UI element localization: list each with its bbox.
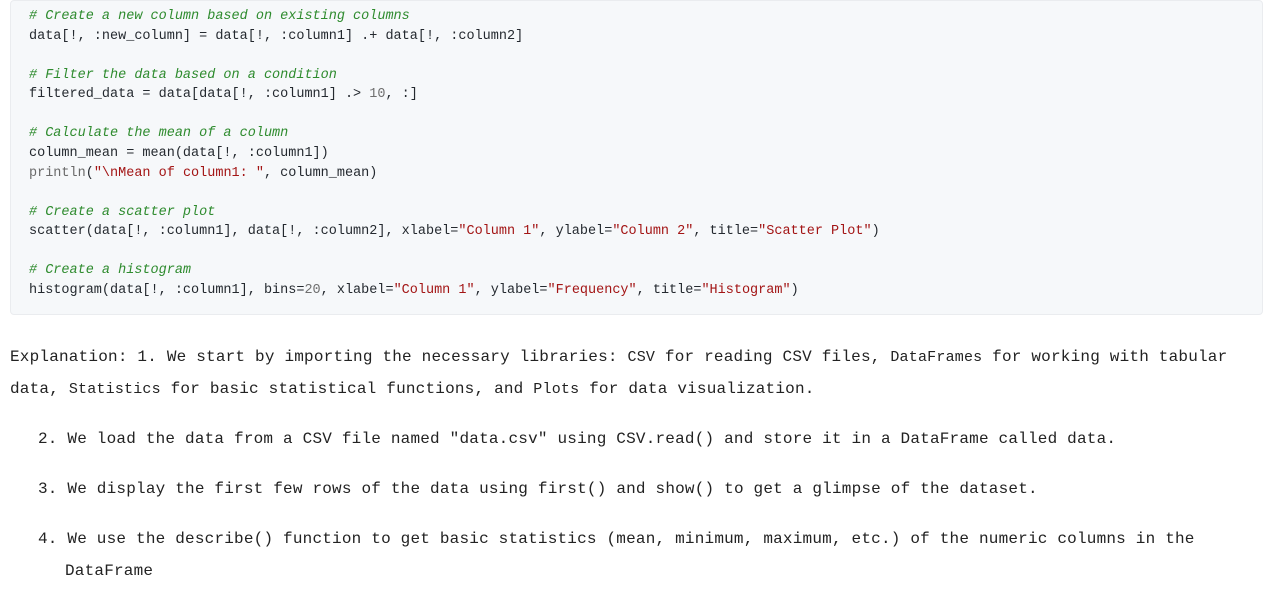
code-string: "Scatter Plot" (758, 224, 871, 239)
code-string: "Frequency" (548, 283, 637, 298)
code-line: data[!, :new_column] = data[!, :column1]… (29, 29, 523, 44)
list-item: 2. We load the data from a CSV file name… (38, 423, 1263, 455)
code-string: "Column 1" (394, 283, 475, 298)
code-line: filtered_data = data[data[!, :column1] .… (29, 87, 369, 102)
code-line: , title= (693, 224, 758, 239)
text: and store it in a DataFrame called (714, 430, 1067, 448)
text: for data visualization. (579, 380, 814, 398)
code-line: scatter(data[!, :column1], data[!, :colu… (29, 224, 458, 239)
code-line: , :] (385, 87, 417, 102)
code-block: # Create a new column based on existing … (10, 0, 1263, 315)
text: . (1106, 430, 1116, 448)
code-line: ( (86, 166, 94, 181)
text: for reading CSV files, (655, 348, 890, 366)
code-comment: # Calculate the mean of a column (29, 126, 288, 141)
code-line: ) (872, 224, 880, 239)
text: and (607, 480, 656, 498)
code-string: "\nMean of column1: " (94, 166, 264, 181)
inline-code: show() (656, 480, 715, 498)
code-string: "Column 1" (458, 224, 539, 239)
inline-code: data (1067, 430, 1106, 448)
code-comment: # Create a histogram (29, 263, 191, 278)
explanation-list: 2. We load the data from a CSV file name… (0, 423, 1273, 587)
list-item: 3. We display the first few rows of the … (38, 473, 1263, 505)
code-line: , title= (637, 283, 702, 298)
code-number: 10 (369, 87, 385, 102)
code-line: histogram(data[!, :column1], bins= (29, 283, 304, 298)
code-comment: # Filter the data based on a condition (29, 68, 337, 83)
text: to get a glimpse of the dataset. (714, 480, 1037, 498)
code-fn: println (29, 166, 86, 181)
code-line: , xlabel= (321, 283, 394, 298)
code-comment: # Create a scatter plot (29, 205, 215, 220)
text: 2. We load the data from a CSV file name… (38, 430, 616, 448)
code-string: "Column 2" (612, 224, 693, 239)
code-line: , ylabel= (475, 283, 548, 298)
inline-code: CSV (628, 349, 656, 366)
text: for basic statistical functions, and (161, 380, 533, 398)
inline-code: first() (538, 480, 607, 498)
code-comment: # Create a new column based on existing … (29, 9, 410, 24)
code-line: column_mean = mean(data[!, :column1]) (29, 146, 329, 161)
code-number: 20 (304, 283, 320, 298)
explanation-paragraph: Explanation: 1. We start by importing th… (0, 341, 1273, 405)
inline-code: Statistics (69, 381, 161, 398)
code-line: ) (791, 283, 799, 298)
text: 3. We display the first few rows of the … (38, 480, 538, 498)
list-item: 4. We use the describe() function to get… (38, 523, 1263, 587)
code-string: "Histogram" (701, 283, 790, 298)
code-line: , ylabel= (539, 224, 612, 239)
inline-code: CSV.read() (616, 430, 714, 448)
code-line: , column_mean) (264, 166, 377, 181)
inline-code: Plots (533, 381, 579, 398)
text: 4. We use the (38, 530, 175, 548)
text: Explanation: 1. We start by importing th… (10, 348, 628, 366)
inline-code: DataFrames (890, 349, 982, 366)
inline-code: describe() (175, 530, 273, 548)
